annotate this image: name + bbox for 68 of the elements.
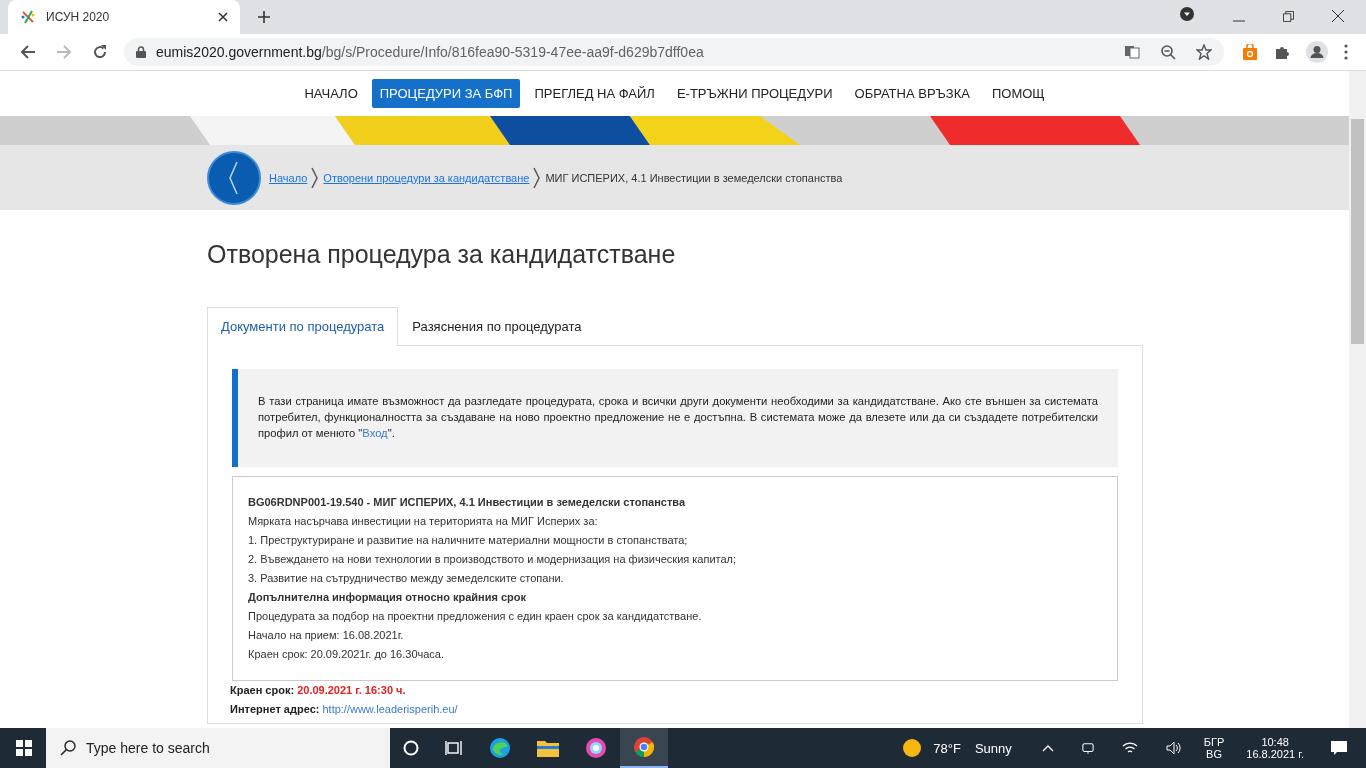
task-view-icon[interactable] <box>445 740 463 756</box>
procedure-text: Процедурата за подбор на проектни предложения с един краен срок за кандидатстване. <box>248 609 703 624</box>
website-link[interactable]: http://www.leaderisperih.eu/ <box>322 703 458 715</box>
puzzle-icon[interactable] <box>1274 44 1290 60</box>
back-icon[interactable] <box>20 44 36 60</box>
login-link[interactable]: Вход <box>362 427 388 439</box>
browser-tab[interactable]: ИСУН 2020 <box>8 0 240 34</box>
procedure-text: Краен срок: 20.09.2021г. до 16.30часа. <box>248 647 446 662</box>
star-icon[interactable] <box>1196 44 1212 60</box>
address-bar[interactable]: eumis2020.government.bg/bg/s/Procedure/Info/816fea90-5319-47ee-aa9f-d629b7dff0ea <box>124 38 1224 66</box>
procedure-heading: BG06RDNP001-19.540 - МИГ ИСПЕРИХ, 4.1 Инвестиции в земеделски стопанства <box>248 495 687 510</box>
folder-icon[interactable] <box>537 739 559 757</box>
menu-icon[interactable] <box>1344 44 1348 60</box>
breadcrumb-current: МИГ ИСПЕРИХ, 4.1 Инвестиции в земеделски стопанства <box>545 171 843 184</box>
chevron-icon <box>533 166 542 189</box>
nav-link[interactable]: НАЧАЛО <box>296 79 366 108</box>
page-title: Отворена процедура за кандидатстване <box>207 240 677 269</box>
website-text: Интернет адрес: http://www.leaderisperih.eu/ <box>230 702 459 717</box>
lock-icon <box>136 46 146 58</box>
speaker-icon[interactable] <box>1165 741 1182 755</box>
scroll-thumb[interactable] <box>1351 119 1364 344</box>
chrome-taskbar-button[interactable] <box>620 728 668 768</box>
language-text[interactable]: БГР <box>1203 736 1225 748</box>
back-button[interactable] <box>207 150 261 205</box>
procedure-text: Мярката насърчава инвестиции на територията на МИГ Исперих за: <box>248 514 599 529</box>
notice-text: В тази страница имате възможност да разгледате процедурата, срока и всички други документи необходими за кандидатстване. Ако сте външен за системата потребител, функционалността за създаване на ново проектно предложение не е достъпна. В системата може да влезете или да си създадете потребителски профил от менюто "Вход". <box>258 394 1098 441</box>
clock-date[interactable]: 16.8.2021 г. <box>1246 748 1304 760</box>
restore-icon[interactable] <box>1283 11 1294 22</box>
weather-text: Sunny <box>974 740 1012 756</box>
windows-icon[interactable] <box>16 740 32 756</box>
wifi-icon[interactable] <box>1121 741 1138 755</box>
logo-icon <box>20 9 36 25</box>
procedure-text: 3. Развитие на сътрудничество между земеделските стопани. <box>248 571 565 586</box>
procedure-text: 2. Въвеждането на нови технологии в производството и модернизация на физическия капитал; <box>248 552 738 567</box>
procedure-heading: Допълнителна информация относно крайния срок <box>248 590 527 605</box>
tab[interactable]: Разяснения по процедурата <box>398 307 596 345</box>
chevron-up-icon[interactable] <box>1041 744 1054 752</box>
close-icon[interactable] <box>1332 10 1344 22</box>
shopping-bag-icon[interactable] <box>1242 44 1258 60</box>
nav-link[interactable]: ПРОЦЕДУРИ ЗА БФП <box>371 79 521 108</box>
profile-icon[interactable] <box>1306 41 1328 63</box>
breadcrumb-link[interactable]: Начало <box>269 171 308 184</box>
tab-title: ИСУН 2020 <box>46 10 111 24</box>
zoom-out-icon[interactable] <box>1160 44 1176 60</box>
sun-icon <box>903 739 922 757</box>
deadline-text: Краен срок: 20.09.2021 г. 16:30 ч. <box>230 683 407 698</box>
search-icon <box>60 740 76 756</box>
nav-link[interactable]: ПОМОЩ <box>983 79 1053 108</box>
reload-icon[interactable] <box>92 44 108 60</box>
nav-link[interactable]: Е-ТРЪЖНИ ПРОЦЕДУРИ <box>668 79 841 108</box>
procedure-text: 1. Преструктуриране и развитие на наличните материални мощности в стопанствата; <box>248 533 689 548</box>
chrome-icon <box>633 736 655 758</box>
breadcrumb-link[interactable]: Отворени процедури за кандидатстване <box>323 171 530 184</box>
nav-link[interactable]: ОБРАТНА ВРЪЗКА <box>846 79 978 108</box>
tab[interactable]: Документи по процедурата <box>207 307 399 346</box>
scrollbar[interactable] <box>1349 71 1366 728</box>
temperature-text: 78°F <box>933 740 961 756</box>
close-icon[interactable] <box>218 12 228 22</box>
taskbar-search-field[interactable]: Type here to search <box>46 728 390 768</box>
layout-text[interactable]: BG <box>1206 748 1222 760</box>
new-tab-icon[interactable] <box>258 11 270 23</box>
nav-link[interactable]: ПРЕГЛЕД НА ФАЙЛ <box>526 79 663 108</box>
chevron-icon <box>311 166 320 189</box>
procedure-text: Начало на прием: 16.08.2021г. <box>248 628 405 643</box>
clock-time[interactable]: 10:48 <box>1261 736 1289 748</box>
url-text: eumis2020.government.bg/bg/s/Procedure/Info/816fea90-5319-47ee-aa9f-d629b7dff0ea <box>156 44 704 60</box>
notifications-icon[interactable] <box>1330 740 1348 756</box>
dropdown-icon[interactable] <box>1179 6 1195 22</box>
